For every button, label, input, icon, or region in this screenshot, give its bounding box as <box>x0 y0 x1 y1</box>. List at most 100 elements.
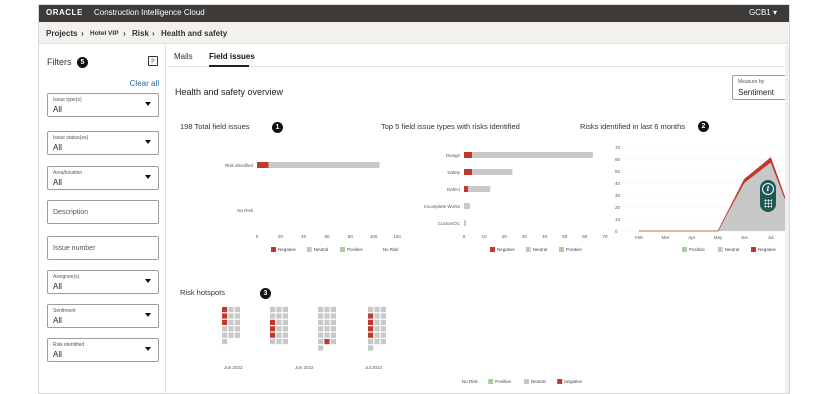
heatmap-cell <box>282 332 288 338</box>
chevron-down-icon <box>145 102 151 106</box>
chevron-down-icon <box>145 279 151 283</box>
chevron-right-icon: › <box>152 29 155 38</box>
legend-label: Neutral <box>533 247 548 252</box>
heatmap-cell <box>222 332 228 338</box>
heatmap-cell <box>276 319 282 325</box>
filter-select[interactable]: Assignee(s) All <box>47 270 159 294</box>
breadcrumb-project[interactable]: Hotel VIP <box>90 30 119 37</box>
heatmap-cell <box>222 319 228 325</box>
filter-select[interactable]: Issue status(es) All <box>47 131 159 155</box>
x-tick-label: 80 <box>348 234 354 239</box>
user-menu[interactable]: GCB1 ▾ <box>749 8 777 17</box>
x-tick-label: 120 <box>393 234 401 239</box>
grid-dots-icon <box>764 199 772 208</box>
legend-swatch <box>455 379 460 384</box>
filters-title: Filters <box>47 57 72 67</box>
breadcrumb-projects[interactable]: Projects <box>46 29 78 38</box>
heatmap-cell <box>270 332 276 338</box>
x-tick-label: Jul 2022 <box>365 365 383 370</box>
legend-swatch <box>557 379 563 384</box>
x-tick-label: 60 <box>324 234 330 239</box>
y-tick-label: 60 <box>615 157 621 162</box>
heatmap-cell <box>234 332 240 338</box>
breadcrumb-current: Health and safety <box>161 29 228 38</box>
filter-select[interactable]: Issue type(s) All <box>47 93 159 117</box>
heatmap-cell <box>380 332 386 338</box>
legend-swatch <box>488 379 494 384</box>
collapse-panel-icon[interactable]: |‹ <box>148 56 158 66</box>
heatmap-cell <box>374 332 380 338</box>
legend-label: Neutral <box>531 379 546 384</box>
heatmap-cell <box>368 307 374 313</box>
heatmap-cell <box>228 332 234 338</box>
y-tick-label: 50 <box>615 169 621 174</box>
filter-text-input[interactable]: Issue number <box>47 236 159 260</box>
heatmap-cell <box>330 307 336 313</box>
category-label: Defect <box>447 187 461 192</box>
y-tick-label: 10 <box>615 217 621 222</box>
filter-text-input[interactable]: Description <box>47 200 159 224</box>
x-tick-label: May <box>714 235 723 240</box>
heatmap-cell <box>222 339 228 345</box>
y-tick-label: 40 <box>615 181 621 186</box>
legend-swatch <box>682 247 687 252</box>
heatmap-cell <box>368 345 374 351</box>
legend-swatch <box>375 247 381 252</box>
info-icon: i <box>762 183 774 195</box>
legend-label: No Risk <box>383 247 400 252</box>
heatmap-cell <box>276 313 282 319</box>
heatmap-cell <box>282 307 288 313</box>
heatmap-cell <box>324 319 330 325</box>
heatmap-cell <box>228 326 234 332</box>
heatmap-cell <box>222 313 228 319</box>
category-label: Risk identified <box>225 163 254 168</box>
x-tick-label: Mar <box>661 235 669 240</box>
category-label: No Risk <box>237 208 254 213</box>
heatmap-cell <box>234 313 240 319</box>
heatmap-cell <box>330 319 336 325</box>
x-tick-label: 40 <box>542 234 548 239</box>
bar-segment <box>464 152 473 158</box>
heatmap-cell <box>276 339 282 345</box>
filter-select[interactable]: Risk identified All <box>47 338 159 362</box>
x-tick-label: Jun 2022 <box>295 365 314 370</box>
chevron-down-icon <box>145 347 151 351</box>
heatmap-cell <box>380 326 386 332</box>
x-tick-label: 20 <box>502 234 508 239</box>
filter-select[interactable]: Sentiment All <box>47 304 159 328</box>
x-tick-label: 60 <box>582 234 588 239</box>
filter-select[interactable]: Area/location All <box>47 166 159 190</box>
filter-value: All <box>53 105 62 114</box>
heatmap-cell <box>228 319 234 325</box>
x-tick-label: 0 <box>256 234 259 239</box>
heatmap-cell <box>270 326 276 332</box>
scrollbar[interactable] <box>785 45 789 393</box>
heatmap-cell <box>234 307 240 313</box>
x-tick-label: 10 <box>482 234 488 239</box>
heatmap-cell <box>228 313 234 319</box>
legend-swatch <box>306 247 312 252</box>
assistant-button[interactable]: i <box>760 180 776 212</box>
filter-value: All <box>53 282 62 291</box>
legend-swatch <box>340 247 345 252</box>
bar-segment <box>472 169 513 175</box>
bar-segment <box>464 186 469 192</box>
filter-label: Sentiment <box>53 308 76 314</box>
heatmap-cell <box>222 307 228 313</box>
heatmap-cell <box>380 319 386 325</box>
heatmap-cell <box>282 326 288 332</box>
legend-label: Negative <box>758 247 776 252</box>
category-label: CustomOC <box>438 221 461 226</box>
legend-swatch <box>717 247 723 252</box>
clear-all-link[interactable]: Clear all <box>130 79 159 88</box>
heatmap-cell <box>222 326 228 332</box>
legend-swatch <box>524 379 529 384</box>
filter-label: Assignee(s) <box>53 274 80 280</box>
breadcrumb-risk[interactable]: Risk <box>132 29 149 38</box>
chevron-down-icon <box>145 175 151 179</box>
heatmap-cell <box>368 332 374 338</box>
x-tick-label: 40 <box>301 234 307 239</box>
heatmap-cell <box>318 332 324 338</box>
filter-placeholder: Issue number <box>53 245 96 252</box>
legend-label: Neutral <box>314 247 329 252</box>
